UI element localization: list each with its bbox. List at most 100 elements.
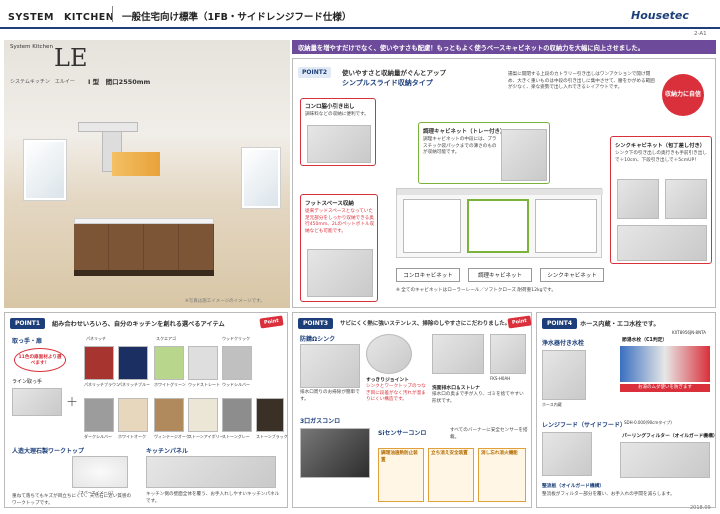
swatch-label: ホワイトグリーン: [154, 382, 186, 387]
worktop-heading: 人造大理石製ワークトップ: [12, 448, 85, 455]
color-swatch[interactable]: [154, 398, 184, 432]
range-hood-image: [542, 432, 592, 476]
group-label: ウッドクリック: [222, 336, 250, 341]
window: [24, 140, 66, 200]
header-divider: [112, 6, 113, 22]
strainer-image: [490, 334, 526, 374]
label-konro-cabinet: コンロキャビネット: [396, 268, 460, 282]
chori-cabinet-callout: 調理キャビネット（トレー付き） 調理キャビネットの中段には、プラスチック袋パック…: [418, 122, 550, 184]
cabinet-spec-note: ※ 全てのキャビネットはローラーレール／ソフトクローズ 耐荷重12kgです。: [396, 288, 556, 293]
line-handle-image: [12, 388, 62, 416]
sink-cabinet: [535, 199, 597, 253]
drain-image: [432, 334, 484, 374]
header-title: 一般住宅向け標準（1FB・サイドレンジフード仕様）: [122, 12, 352, 23]
page: SYSTEM KITCHEN 一般住宅向け標準（1FB・サイドレンジフード仕様）…: [0, 0, 720, 514]
si-sensor-title: Siセンサーコンロ: [378, 430, 427, 437]
swatch-label: ストーングレー: [222, 434, 250, 439]
hood-sub-heading: パーリングフィルター（オイルガード機構）: [622, 434, 718, 439]
eco-heading: 節湯水栓（C1判定）: [622, 338, 668, 343]
gas-feature: 立ち消え安全装置: [428, 448, 474, 502]
eco-diagram: [620, 346, 710, 382]
line-handle-label: ライン取っ手: [12, 379, 43, 385]
eco2-desc: 整流板がフィルター部分を覆い、お手入れの手間を減らします。: [542, 492, 675, 497]
product-logo: LE: [54, 44, 88, 72]
konro-drawer-callout: コンロ脇小引き出し 調味料などの収納に便利です。: [300, 98, 376, 166]
wall-cabinet: [112, 152, 160, 176]
page-number: 2-A1: [694, 31, 707, 37]
hood-heading: レンジフード（サイドフード）: [542, 422, 627, 429]
gas-stove-image: [300, 428, 370, 478]
swatch-label: パネリッチブルー: [118, 382, 150, 387]
drain-model: FKS-H0AH: [490, 376, 511, 381]
color-swatch[interactable]: [84, 398, 114, 432]
point3-tag: POINT3: [298, 318, 334, 329]
hood-model: SDH-0.000(90cmタイプ): [624, 420, 672, 425]
tray-image: [501, 129, 547, 181]
foot-title: フットスペース収納: [305, 201, 354, 207]
feature-banner: 収納量を増やすだけでなく、使いやすさも配慮！もっともよく使うベースキャビネットの…: [292, 40, 716, 54]
gas-feature-label: 調理油過熱防止装置: [381, 451, 418, 463]
color-swatch[interactable]: [118, 346, 148, 380]
cabinets: [74, 224, 214, 270]
product-subtitle: システムキッチン エルイー: [10, 79, 75, 85]
point2-intro: 揚梨に開閉する上段のカトラリー引き出しはワンアクションで開け閉め、大きく重いもの…: [508, 72, 655, 91]
sink-desc: 排水口周りのお掃除が簡単です。: [300, 390, 360, 402]
knife-holder-image: [617, 179, 659, 219]
range-hood-canopy: [78, 122, 138, 132]
plinth: [74, 270, 214, 276]
worktop-desc: 重ねて落ちてもキズが目立ちにくい、天然石に近い質感のワークトップです。: [12, 494, 132, 506]
drain-desc: 排水口の奥まで手が入り、ゴミを捨てやすい形状です。: [432, 392, 524, 404]
kitchen-panel-heading: キッチンパネル: [146, 448, 189, 455]
gas-feature-label: 立ち消え安全装置: [431, 451, 468, 456]
color-swatch[interactable]: [222, 398, 252, 432]
sink-title: シンクキャビネット（包丁差し付き）: [615, 143, 706, 149]
kitchen-panel-image: [146, 456, 276, 488]
chori-desc: 調理キャビネットの中段には、プラスチック袋パックまでの薄さのものが収納可能です。: [423, 137, 497, 156]
sink-cabinet-callout: シンクキャビネット（包丁差し付き） シンク下の引き出しの奥行きも手前引き出しで＋…: [610, 136, 712, 264]
color-count-bubble: 11色の扉面材より選べます！: [14, 348, 66, 372]
plus-icon: ＋: [66, 395, 79, 409]
color-swatch[interactable]: [256, 398, 284, 432]
color-swatch[interactable]: [188, 346, 218, 380]
swatch-label: ヴィンテージオーク: [154, 434, 190, 439]
sink-image: [300, 344, 360, 388]
drawer-image: [665, 179, 707, 219]
swatch-label: ホワイトオーク: [118, 434, 146, 439]
brand-logo: Housetec: [631, 9, 689, 22]
faucet-heading: 浄水器付き水栓: [542, 340, 585, 347]
color-swatch[interactable]: [118, 398, 148, 432]
sink-heading: 防錆Ωシンク: [300, 336, 336, 343]
point3-heading: サビにくく熱に強いステンレス、掃除のしやすさにこだわりました。: [340, 321, 511, 327]
eco-desc: お湯のムダ使いを防ぎます: [620, 384, 710, 392]
point2-tag: POINT2: [298, 67, 332, 78]
sink-desc: シンク下の引き出しの奥行きも手前引き出しで＋10cm、下段引き出しで＋5cmUP…: [615, 151, 707, 163]
color-swatch[interactable]: [188, 398, 218, 432]
konro-drawer-image: [307, 125, 371, 163]
point4-heading: ホース内蔵・エコ水栓です。: [580, 321, 660, 328]
header-rule: [0, 27, 720, 29]
product-label: System Kitchen: [10, 44, 53, 50]
foot-space-callout: フットスペース収納 従来デッドスペースとなっていた足元部分をしっかり収納できる奥…: [300, 194, 378, 302]
gas-feature-label: 消し忘れ消火機能: [481, 451, 518, 456]
swatch-label: ダークシルバー: [84, 434, 112, 439]
chori-cabinet: [467, 199, 529, 253]
konro-title: コンロ脇小引き出し: [305, 104, 355, 110]
point4-tag: POINT4: [542, 318, 578, 329]
handle-heading: 取っ手・扉: [12, 338, 43, 345]
faucet-image: [542, 350, 586, 400]
foot-desc: 従来デッドスペースとなっていた足元部分をしっかり収納できる奥行450mm、2Lの…: [305, 209, 375, 234]
filter-image: [620, 442, 710, 478]
depth-diagram: [617, 225, 707, 261]
color-swatch[interactable]: [154, 346, 184, 380]
color-swatch[interactable]: [222, 346, 252, 380]
joint-image: [366, 334, 412, 374]
color-swatch[interactable]: [84, 346, 114, 380]
swatch-label: ウッドストレート: [188, 382, 220, 387]
eco2-heading: 整流板（オイルガード機構）: [542, 484, 605, 489]
point2-subheading: シンプルスライド収納タイプ: [342, 79, 433, 87]
group-label: スクエアゴ: [156, 336, 176, 341]
issue-date: 2018.09: [690, 505, 711, 511]
worktop-image: [72, 456, 128, 488]
swatch-label: ストーンブラック: [256, 434, 288, 439]
label-chori-cabinet: 調理キャビネット: [468, 268, 532, 282]
